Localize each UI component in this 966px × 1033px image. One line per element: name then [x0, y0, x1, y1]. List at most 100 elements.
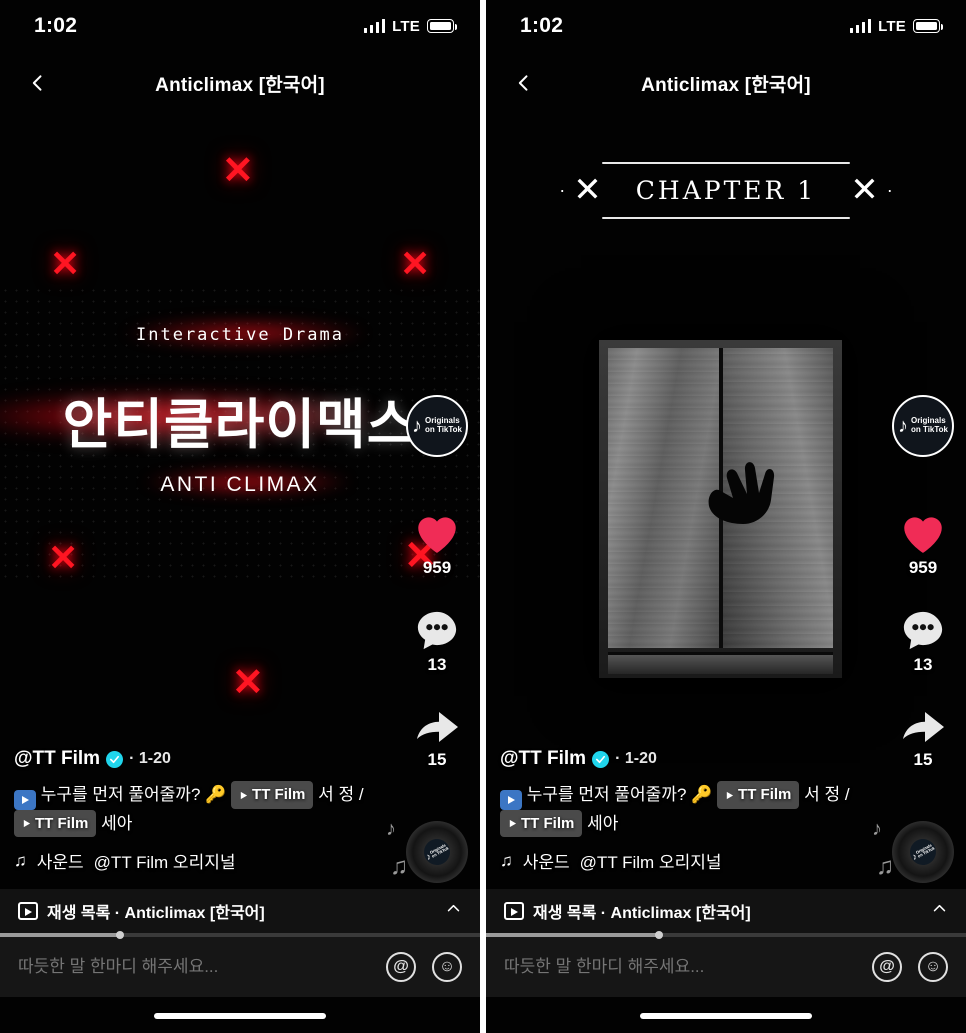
comment-bubble-icon: [903, 611, 943, 650]
music-label: 사운드: [36, 853, 84, 872]
music-disc[interactable]: ♪ Originals on TikTok: [406, 821, 468, 883]
disc-label: ♪ Originals on TikTok: [905, 834, 941, 870]
chapter-label: CHAPTER 1: [635, 175, 817, 205]
originals-on-tiktok-badge[interactable]: ♪ Originals on TikTok: [406, 395, 468, 457]
share-count: 15: [913, 750, 933, 769]
comment-button[interactable]: 13: [900, 608, 946, 675]
chapter-left-x-icon: ✕: [573, 170, 602, 210]
red-x-icon: ✕: [222, 150, 254, 192]
mention-chip[interactable]: TT Film: [231, 781, 314, 809]
network-label: LTE: [392, 17, 420, 35]
originals-on-tiktok-badge[interactable]: ♪ Originals on TikTok: [892, 395, 954, 457]
caption-text[interactable]: 누구를 먼저 풀어줄까? 🔑 TT Film 서 정 / TT Film 세아: [500, 781, 860, 837]
play-icon: [500, 789, 522, 810]
progress-knob[interactable]: [654, 931, 663, 939]
disc-label: ♪ Originals on TikTok: [419, 834, 455, 870]
video-progress-bar[interactable]: [486, 931, 966, 939]
chevron-up-icon[interactable]: [931, 900, 948, 922]
comment-bar: @ ☺: [0, 937, 480, 997]
verified-check-icon: [106, 750, 124, 768]
music-disc[interactable]: ♪ Originals on TikTok: [892, 821, 954, 883]
nav-bar: Anticlimax [한국어]: [486, 52, 966, 114]
red-x-icon: ✕: [48, 537, 79, 578]
nav-bar: Anticlimax [한국어]: [0, 52, 480, 114]
music-note-icon: ♫: [14, 850, 27, 870]
back-button[interactable]: [18, 63, 58, 103]
wardrobe-base: [608, 652, 833, 674]
floating-music-note-icon: ♫: [390, 853, 408, 880]
author-username[interactable]: @TT Film: [500, 748, 586, 770]
caption-line2-prefix: 정 /: [824, 785, 850, 805]
tiktok-note-icon: ♪: [897, 415, 908, 437]
smiley-emoji-icon[interactable]: ☺: [432, 952, 462, 982]
red-x-icon: ✕: [50, 243, 81, 284]
chapter-header: · ✕ CHAPTER 1 ✕ ·: [486, 140, 966, 240]
author-row[interactable]: @TT Film · 1-20: [500, 748, 860, 770]
playlist-label: 재생 목록 · Anticlimax [한국어]: [47, 905, 265, 922]
left-phone-panel: ✕ ✕ ✕ ✕ ✕ ✕ Interactive Drama 안티클라이맥스 AN…: [0, 0, 480, 1033]
music-row[interactable]: ♫ 사운드 @TT Film 오리지널: [14, 848, 374, 873]
comment-input[interactable]: [18, 957, 370, 977]
comment-bar: @ ☺: [486, 937, 966, 997]
music-author: @TT Film 오리지널: [579, 853, 722, 872]
right-phone-panel: · ✕ CHAPTER 1 ✕ · 1:02 LTE Anticlimax [한…: [486, 0, 966, 1033]
floating-music-note-icon: ♫: [876, 853, 894, 880]
chapter-right-x-icon: ✕: [850, 170, 879, 210]
status-indicators: LTE: [849, 17, 944, 35]
poster-tagline: Interactive Drama: [136, 325, 344, 345]
home-indicator: [154, 1013, 326, 1019]
red-x-icon: ✕: [400, 243, 431, 284]
share-button[interactable]: 15: [413, 705, 461, 770]
heart-icon: [904, 517, 942, 553]
mention-chip[interactable]: TT Film: [500, 809, 583, 837]
author-row[interactable]: @TT Film · 1-20: [14, 748, 374, 770]
progress-fill: [0, 931, 124, 939]
playlist-bar[interactable]: 재생 목록 · Anticlimax [한국어]: [486, 889, 966, 933]
back-button[interactable]: [504, 63, 544, 103]
network-label: LTE: [878, 17, 906, 35]
status-clock: 1:02: [34, 14, 78, 37]
at-mention-icon[interactable]: @: [872, 952, 902, 982]
chevron-up-icon[interactable]: [445, 900, 462, 922]
music-note-icon: ♫: [500, 850, 513, 870]
comment-bubble-icon: [417, 611, 457, 650]
share-arrow-icon: [903, 712, 944, 742]
disc-text: Originals on TikTok: [914, 842, 936, 859]
status-indicators: LTE: [363, 17, 458, 35]
music-row[interactable]: ♫ 사운드 @TT Film 오리지널: [500, 848, 860, 873]
action-rail: ♪ Originals on TikTok 959 13 15: [892, 395, 954, 770]
mention-chip[interactable]: TT Film: [717, 781, 800, 809]
shadow-hand-icon: [708, 462, 775, 524]
like-button[interactable]: 959: [412, 509, 462, 578]
progress-knob[interactable]: [116, 931, 124, 939]
share-button[interactable]: 15: [899, 705, 947, 770]
originals-badge-text: Originals on TikTok: [910, 416, 949, 434]
like-count: 959: [422, 558, 452, 577]
author-username[interactable]: @TT Film: [14, 748, 100, 770]
smiley-emoji-icon[interactable]: ☺: [918, 952, 948, 982]
status-bar: 1:02 LTE: [0, 0, 480, 52]
originals-badge-text: Originals on TikTok: [424, 416, 463, 434]
video-progress-bar[interactable]: [0, 931, 480, 939]
like-button[interactable]: 959: [898, 509, 948, 578]
playlist-label: 재생 목록 · Anticlimax [한국어]: [533, 905, 751, 922]
comment-button[interactable]: 13: [414, 608, 460, 675]
chapter-left-dot: ·: [559, 179, 566, 200]
comment-input[interactable]: [504, 957, 856, 977]
post-date: · 1-20: [129, 750, 171, 768]
home-indicator: [640, 1013, 812, 1019]
floating-music-note-icon: ♪: [386, 818, 396, 840]
status-clock: 1:02: [520, 14, 564, 37]
playlist-bar[interactable]: 재생 목록 · Anticlimax [한국어]: [0, 889, 480, 933]
caption-text[interactable]: 누구를 먼저 풀어줄까? 🔑 TT Film 서 정 / TT Film 세아: [14, 781, 374, 837]
back-chevron-icon: [32, 75, 42, 91]
battery-icon: [913, 19, 944, 33]
mention-chip[interactable]: TT Film: [14, 809, 97, 837]
tiktok-note-icon: ♪: [411, 415, 422, 437]
battery-icon: [427, 19, 458, 33]
dual-screenshot-stage: ✕ ✕ ✕ ✕ ✕ ✕ Interactive Drama 안티클라이맥스 AN…: [0, 0, 966, 1033]
caption-text-after-chip2: 세아: [101, 813, 133, 833]
at-mention-icon[interactable]: @: [386, 952, 416, 982]
like-count: 959: [908, 558, 938, 577]
post-date: · 1-20: [615, 750, 657, 768]
